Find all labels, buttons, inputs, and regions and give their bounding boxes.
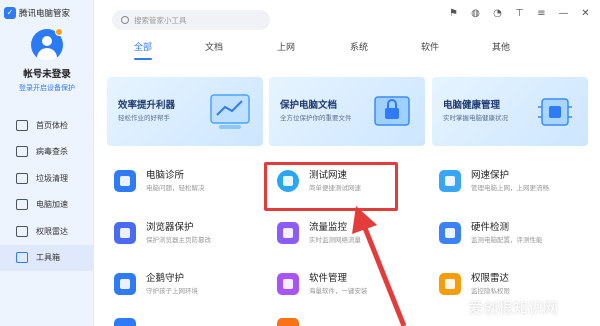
- app-brand: ✓ 腾讯电脑管家: [4, 7, 70, 19]
- banner-subtitle: 全方位保护你的重要文件: [280, 114, 352, 122]
- tool-desc: 海量软件，一键安装: [309, 287, 368, 295]
- tab-documents[interactable]: 文档: [192, 36, 236, 60]
- sidebar-item-label: 病毒查杀: [36, 147, 68, 157]
- tool-desc: 保护浏览器主页防篡改: [146, 236, 211, 244]
- monitor-icon: [16, 119, 28, 131]
- tool-name: 软件管理: [309, 273, 348, 284]
- chip-illustration-icon: [538, 98, 572, 126]
- category-tabs: 全部 文档 上网 系统 软件 其他: [106, 36, 600, 60]
- penguin-shield-icon: [114, 273, 136, 295]
- close-icon[interactable]: ✕: [579, 7, 592, 20]
- sidebar-item-label: 权限雷达: [36, 226, 68, 236]
- sidebar-item-toolbox[interactable]: 工具箱: [0, 244, 94, 271]
- sidebar-item-label: 垃圾清理: [36, 173, 68, 183]
- tab-other[interactable]: 其他: [479, 36, 523, 60]
- sidebar-item-virus-scan[interactable]: 病毒查杀: [0, 139, 94, 166]
- banner-title: 效率提升利器: [118, 100, 176, 111]
- sidebar-item-home-checkup[interactable]: 首页体检: [0, 112, 94, 139]
- window-controls: ⚑ ◍ ◔ ⊤ ≡ — ✕: [447, 7, 592, 20]
- tool-desc: 监测电脑配置，评测性能: [471, 236, 543, 244]
- tool-software-manager[interactable]: 软件管理海量软件，一键安装: [271, 270, 421, 308]
- tool-name: 权限雷达: [471, 273, 510, 284]
- sidebar-item-permission-radar[interactable]: 权限雷达: [0, 218, 94, 245]
- app-title: 腾讯电脑管家: [19, 9, 71, 19]
- skin-icon[interactable]: ⚑: [447, 7, 460, 20]
- sidebar-item-label: 工具箱: [36, 253, 60, 263]
- tool-name: 浏览器保护: [146, 222, 194, 233]
- vip-badge-icon: [55, 28, 63, 36]
- search-icon: [121, 16, 129, 24]
- tshirt-icon[interactable]: ⊤: [513, 7, 526, 20]
- tool-desc: 管理电脑上网，上网更流畅: [471, 184, 549, 192]
- speed-icon: [16, 199, 28, 211]
- software-cube-icon: [277, 273, 299, 295]
- tablet-illustration-icon: [210, 94, 250, 129]
- shield-icon: [16, 146, 28, 158]
- tool-desc: 守护孩子上网环境: [146, 287, 198, 295]
- toolbox-icon: [16, 252, 28, 264]
- banner-efficiency[interactable]: 效率提升利器 轻松作业的好帮手: [107, 77, 263, 146]
- tool-traffic-monitor[interactable]: 流量监控实时监测网络流量: [271, 219, 421, 257]
- tool-desc: 电脑问题，轻松解决: [146, 184, 205, 192]
- banner-health[interactable]: 电脑健康管理 实时掌握电脑健康状况: [432, 77, 588, 146]
- banner-document-protect[interactable]: 保护电脑文档 全方位保护你的重要文件: [269, 77, 425, 146]
- sidebar-item-cleanup[interactable]: 垃圾清理: [0, 165, 94, 192]
- banner-subtitle: 实时掌握电脑健康状况: [443, 114, 508, 122]
- tool-partial-icon: [277, 318, 299, 326]
- tool-hardware-check[interactable]: 硬件检测监测电脑配置，评测性能: [433, 219, 583, 257]
- network-shield-icon: [439, 170, 461, 192]
- radar-icon: [439, 273, 461, 295]
- sidebar: ✓ 腾讯电脑管家 帐号未登录 登录开启设备保护 首页体检 病毒查杀 垃圾清理 电…: [0, 0, 94, 326]
- search-input[interactable]: 搜索管家小工具: [112, 10, 270, 30]
- tool-penguin-guard[interactable]: 企鹅守护守护孩子上网环境: [108, 270, 258, 308]
- minimize-icon[interactable]: —: [557, 7, 570, 20]
- stethoscope-icon: [114, 170, 136, 192]
- menu-icon[interactable]: ≡: [535, 7, 548, 20]
- account-status[interactable]: 帐号未登录: [0, 66, 94, 80]
- login-link[interactable]: 登录开启设备保护: [0, 83, 94, 93]
- tab-all[interactable]: 全部: [120, 36, 166, 60]
- tool-name: 企鹅守护: [146, 273, 185, 284]
- trash-icon: [16, 172, 28, 184]
- banner-subtitle: 轻松作业的好帮手: [118, 114, 170, 122]
- droplet-icon[interactable]: ◍: [469, 7, 482, 20]
- search-placeholder: 搜索管家小工具: [134, 15, 187, 25]
- tool-name: 网速保护: [471, 170, 510, 181]
- tool-name: 电脑诊所: [146, 170, 185, 181]
- tab-system[interactable]: 系统: [337, 36, 381, 60]
- browser-lock-icon: [114, 222, 136, 244]
- sidebar-item-label: 首页体检: [36, 120, 68, 130]
- banner-title: 电脑健康管理: [443, 100, 501, 111]
- tool-desc: 监控隐私权限: [471, 287, 510, 295]
- tool-partial-icon: [114, 318, 136, 326]
- lock-folder-illustration-icon: [374, 96, 410, 126]
- tool-name: 硬件检测: [471, 222, 510, 233]
- bell-icon[interactable]: ◔: [491, 7, 504, 20]
- sidebar-item-label: 电脑加速: [36, 200, 68, 210]
- highlight-box: [264, 162, 398, 211]
- tool-desc: 实时监测网络流量: [309, 236, 361, 244]
- tab-internet[interactable]: 上网: [264, 36, 308, 60]
- radar-icon: [16, 225, 28, 237]
- banner-title: 保护电脑文档: [280, 100, 338, 111]
- tool-network-protect[interactable]: 网速保护管理电脑上网，上网更流畅: [433, 167, 583, 205]
- sidebar-item-speedup[interactable]: 电脑加速: [0, 192, 94, 219]
- tool-pc-clinic[interactable]: 电脑诊所电脑问题，轻松解决: [108, 167, 258, 205]
- tool-browser-protect[interactable]: 浏览器保护保护浏览器主页防篡改: [108, 219, 258, 257]
- hardware-search-icon: [439, 222, 461, 244]
- tab-software[interactable]: 软件: [408, 36, 452, 60]
- sidebar-nav: 首页体检 病毒查杀 垃圾清理 电脑加速 权限雷达 工具箱: [0, 112, 94, 271]
- app-logo-icon: ✓: [4, 7, 16, 19]
- tool-name: 流量监控: [309, 222, 348, 233]
- traffic-wave-icon: [277, 222, 299, 244]
- watermark: 爱创根知识网: [468, 299, 559, 317]
